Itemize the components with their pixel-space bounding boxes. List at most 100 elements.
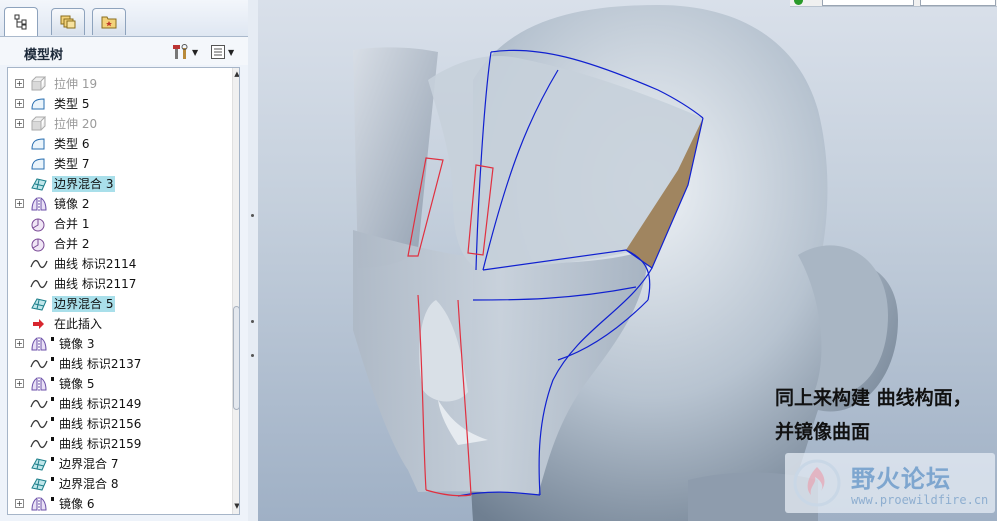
- tree-item[interactable]: + 镜像 5: [8, 374, 228, 394]
- curve-icon: [30, 356, 48, 372]
- tree-item[interactable]: 边界混合 7: [8, 454, 228, 474]
- tree-marker: [51, 357, 54, 361]
- tree-item[interactable]: 边界混合 5: [8, 294, 228, 314]
- tree-marker: [51, 417, 54, 421]
- expand-plus-icon[interactable]: +: [15, 379, 24, 388]
- tree-item[interactable]: 在此插入: [8, 314, 228, 334]
- tree-item[interactable]: 边界混合 8: [8, 474, 228, 494]
- tree-item-label: 类型 7: [54, 157, 90, 171]
- tree-item[interactable]: 类型 6: [8, 134, 228, 154]
- tree-item[interactable]: 曲线 标识2137: [8, 354, 228, 374]
- tab-model-tree[interactable]: [4, 7, 38, 36]
- expand-plus-icon[interactable]: +: [15, 79, 24, 88]
- expand-plus-icon[interactable]: +: [15, 199, 24, 208]
- watermark-name: 野火论坛: [851, 465, 951, 493]
- tree-item[interactable]: 曲线 标识2117: [8, 274, 228, 294]
- curve-icon: [30, 276, 48, 292]
- tree-item[interactable]: + 拉伸 20: [8, 114, 228, 134]
- tree-item-label: 曲线 标识2117: [54, 277, 137, 291]
- tree-item[interactable]: 曲线 标识2159: [8, 434, 228, 454]
- tree-item-label: 合并 2: [54, 237, 90, 251]
- tree-item-label: 边界混合 3: [52, 176, 116, 192]
- flame-logo-icon: [793, 459, 841, 507]
- tree-item[interactable]: 类型 7: [8, 154, 228, 174]
- tree-marker: [51, 477, 54, 481]
- boundary-blend-icon: [30, 456, 48, 472]
- tree-marker: [51, 437, 54, 441]
- tab-favorites[interactable]: [92, 8, 126, 35]
- mirror-icon: [30, 196, 48, 212]
- splitter-grip: [251, 354, 254, 357]
- panel-header: 模型树 ▼ ▼: [0, 37, 258, 65]
- tree-item-label: 边界混合 8: [59, 477, 119, 491]
- panel-splitter[interactable]: [248, 0, 258, 521]
- insert-arrow-icon: [30, 316, 48, 332]
- tree-columns-button[interactable]: ▼: [210, 43, 234, 61]
- curve-icon: [30, 436, 48, 452]
- tree-item[interactable]: 曲线 标识2156: [8, 414, 228, 434]
- scroll-up-icon[interactable]: ▲: [233, 70, 239, 80]
- tab-layers[interactable]: [51, 8, 85, 35]
- tree-item-label: 合并 1: [54, 217, 90, 231]
- expand-plus-icon[interactable]: +: [15, 99, 24, 108]
- panel-title: 模型树: [24, 48, 64, 63]
- tree-item-label: 边界混合 7: [59, 457, 119, 471]
- tree-item[interactable]: 曲线 标识2114: [8, 254, 228, 274]
- tree-marker: [51, 497, 54, 501]
- watermark-url: www.proewildfire.cn: [851, 493, 989, 507]
- tree-item[interactable]: 合并 2: [8, 234, 228, 254]
- boundary-blend-icon: [30, 296, 48, 312]
- favorites-folder-icon: [101, 16, 117, 29]
- boundary-blend-icon: [30, 176, 48, 192]
- tree-item-label: 类型 6: [54, 137, 90, 151]
- tree-item-label: 镜像 6: [59, 497, 95, 511]
- chevron-down-icon: ▼: [228, 47, 235, 57]
- forum-watermark: 野火论坛 www.proewildfire.cn: [785, 453, 995, 513]
- tree-item[interactable]: + 镜像 3: [8, 334, 228, 354]
- toolbar-field[interactable]: [920, 0, 996, 6]
- tree-item[interactable]: 曲线 标识2149: [8, 394, 228, 414]
- caption-line: 同上来构建 曲线构面，: [775, 387, 972, 409]
- tree-item-label: 边界混合 5: [52, 296, 116, 312]
- tree-item[interactable]: + 类型 5: [8, 94, 228, 114]
- tree-marker: [51, 397, 54, 401]
- tools-icon: [173, 44, 188, 59]
- graphics-viewport[interactable]: 同上来构建 曲线构面， 并镜像曲面 野火论坛 www.proewildfire.…: [258, 0, 997, 521]
- tutorial-caption: 同上来构建 曲线构面， 并镜像曲面: [775, 381, 972, 449]
- tree-item[interactable]: 边界混合 3: [8, 174, 228, 194]
- extrude-icon: [30, 76, 48, 92]
- merge-icon: [30, 216, 48, 232]
- navigator-panel: 模型树 ▼ ▼ + 拉伸 19 + 类型 5 + 拉伸 20 类型 6 类型 7 边界混合: [0, 0, 258, 521]
- expand-plus-icon[interactable]: +: [15, 499, 24, 508]
- tree-settings-button[interactable]: ▼: [172, 43, 198, 61]
- tree-scrollbar[interactable]: ▲ ▼: [232, 68, 239, 514]
- surface-icon: [30, 136, 48, 152]
- model-tree: + 拉伸 19 + 类型 5 + 拉伸 20 类型 6 类型 7 边界混合 3 + 镜像 2 合并 1…: [7, 67, 240, 515]
- expand-plus-icon[interactable]: +: [15, 339, 24, 348]
- tree-item[interactable]: 合并 1: [8, 214, 228, 234]
- curve-icon: [30, 256, 48, 272]
- extrude-icon: [30, 116, 48, 132]
- tree-marker: [51, 457, 54, 461]
- tree-item-label: 在此插入: [54, 317, 103, 331]
- toolbar-field[interactable]: [822, 0, 914, 6]
- scroll-thumb[interactable]: [233, 306, 239, 410]
- app-window: 模型树 ▼ ▼ + 拉伸 19 + 类型 5 + 拉伸 20 类型 6 类型 7 边界混合: [0, 0, 997, 521]
- tree-item-label: 曲线 标识2114: [54, 257, 137, 271]
- tree-item[interactable]: + 镜像 6: [8, 494, 228, 514]
- tree-item[interactable]: + 拉伸 19: [8, 74, 228, 94]
- splitter-grip: [251, 320, 254, 323]
- tree-item-label: 拉伸 20: [54, 117, 98, 131]
- tree-item-label: 镜像 3: [59, 337, 95, 351]
- chevron-down-icon: ▼: [192, 47, 199, 57]
- mirror-icon: [30, 336, 48, 352]
- tree-items: + 拉伸 19 + 类型 5 + 拉伸 20 类型 6 类型 7 边界混合 3 + 镜像 2 合并 1…: [8, 74, 228, 514]
- expand-plus-icon[interactable]: +: [15, 119, 24, 128]
- surface-icon: [30, 96, 48, 112]
- tree-item-label: 曲线 标识2159: [59, 437, 142, 451]
- tree-item-label: 镜像 5: [59, 377, 95, 391]
- tree-item[interactable]: + 镜像 2: [8, 194, 228, 214]
- tree-item-label: 拉伸 19: [54, 77, 98, 91]
- caption-line: 并镜像曲面: [775, 421, 871, 443]
- scroll-down-icon[interactable]: ▼: [233, 502, 239, 512]
